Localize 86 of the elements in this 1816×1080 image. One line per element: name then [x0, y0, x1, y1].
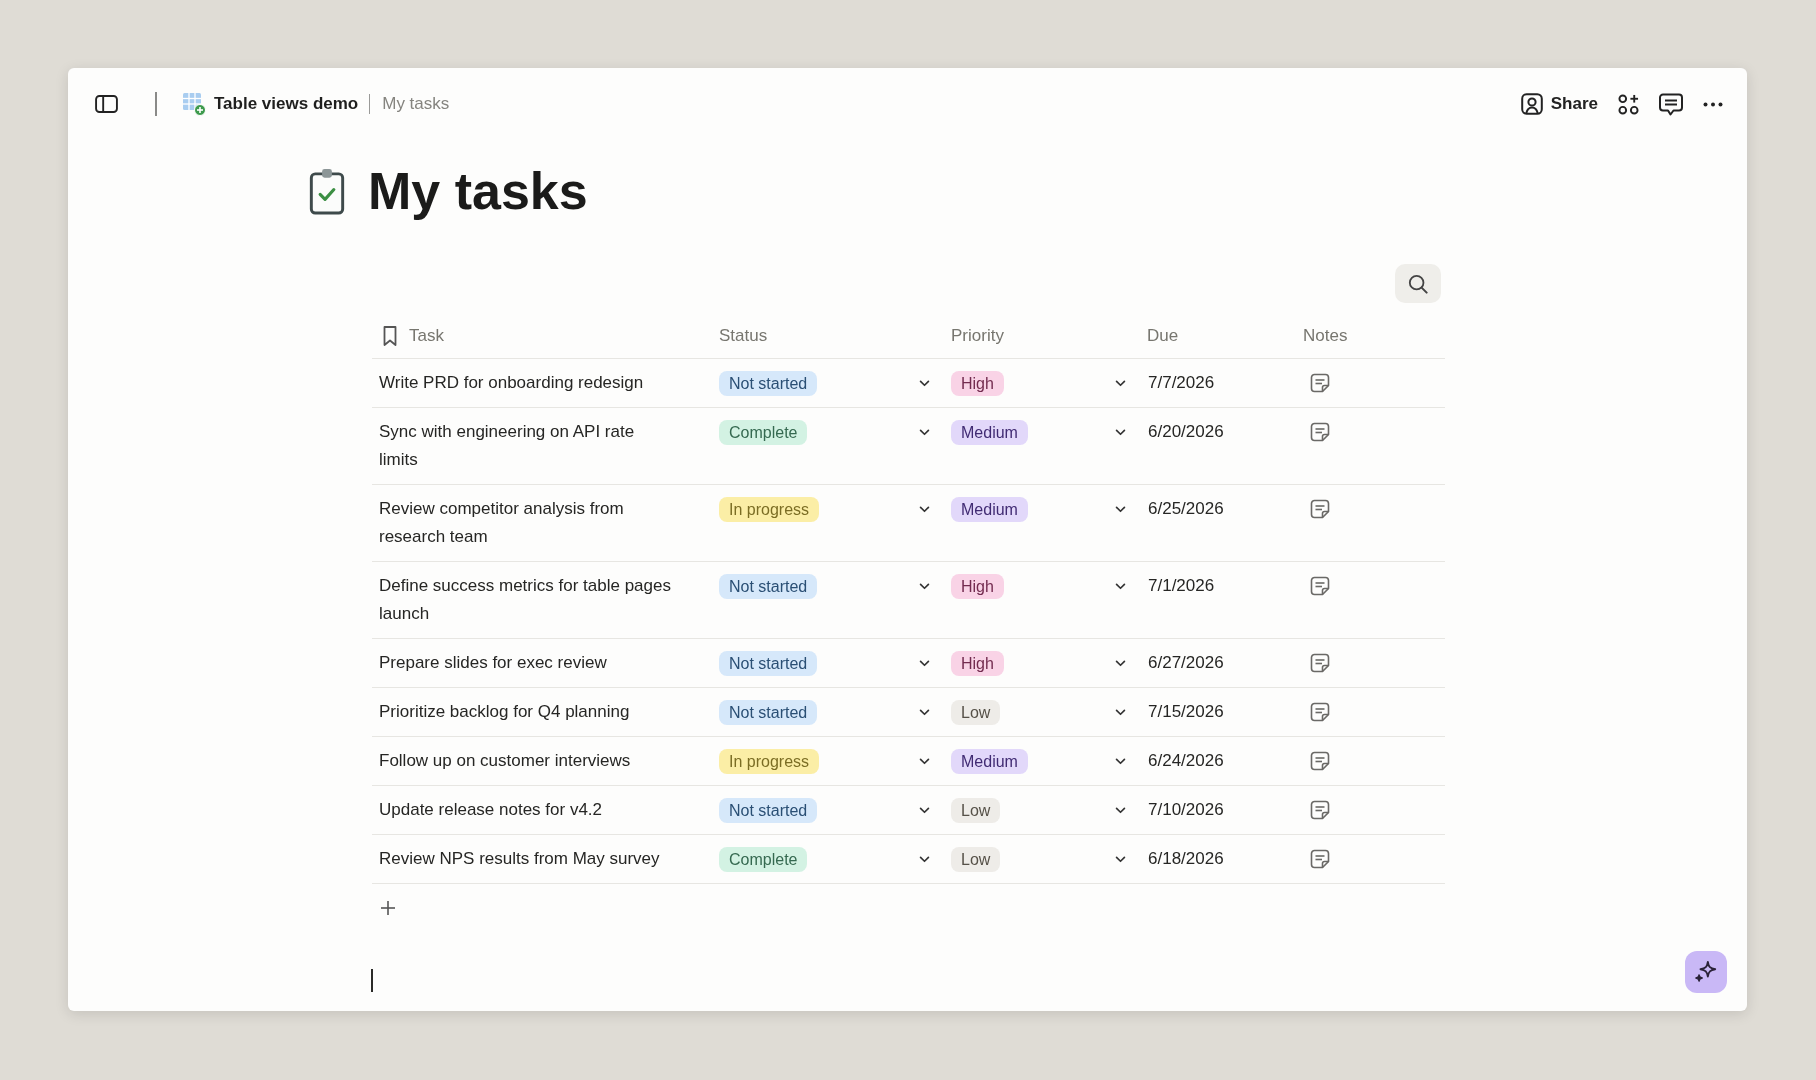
due-date: 7/10/2026 [1148, 800, 1224, 819]
apps-icon[interactable] [1618, 93, 1639, 115]
status-tag: Complete [719, 846, 808, 872]
search-icon [1408, 273, 1428, 294]
column-header[interactable]: Priority [951, 325, 1004, 346]
note-icon[interactable] [1310, 751, 1330, 771]
text-cursor [371, 969, 373, 992]
chevron-down-icon[interactable] [1115, 757, 1126, 765]
priority-tag: Medium [951, 748, 1028, 774]
note-icon[interactable] [1310, 499, 1330, 519]
due-date: 6/27/2026 [1148, 653, 1224, 672]
search-button[interactable] [1395, 264, 1441, 303]
status-tag: In progress [719, 496, 820, 522]
task-name: Write PRD for onboarding redesign [379, 372, 645, 394]
status-tag: Not started [719, 699, 818, 725]
chevron-down-icon[interactable] [919, 855, 930, 863]
priority-tag: Low [951, 846, 1001, 872]
comment-icon[interactable] [1659, 92, 1683, 116]
status-tag: Not started [719, 797, 818, 823]
note-icon[interactable] [1310, 653, 1330, 673]
note-icon[interactable] [1310, 576, 1330, 596]
column-header[interactable]: Task [409, 325, 444, 346]
due-date: 6/18/2026 [1148, 849, 1224, 868]
status-tag: Not started [719, 650, 818, 676]
priority-tag: High [951, 650, 1004, 676]
priority-tag: Low [951, 699, 1001, 725]
note-icon[interactable] [1310, 702, 1330, 722]
chevron-down-icon[interactable] [1115, 428, 1126, 436]
note-icon[interactable] [1310, 849, 1330, 869]
priority-tag: High [951, 370, 1004, 396]
more-icon[interactable] [1703, 101, 1723, 107]
chevron-down-icon[interactable] [1115, 806, 1126, 814]
column-header[interactable]: Notes [1303, 325, 1348, 346]
clipboard-check-icon [309, 167, 345, 215]
priority-tag: High [951, 573, 1004, 599]
due-date: 7/15/2026 [1148, 702, 1224, 721]
chevron-down-icon[interactable] [919, 708, 930, 716]
task-name: Sync with engineering on API rate limits [379, 421, 636, 471]
task-name: Prioritize backlog for Q4 planning [379, 701, 631, 723]
chevron-down-icon[interactable] [1115, 708, 1126, 716]
due-date: 6/25/2026 [1148, 499, 1224, 518]
breadcrumb-current[interactable]: My tasks [382, 94, 450, 114]
person-icon [1520, 93, 1543, 115]
column-header[interactable]: Due [1147, 325, 1179, 346]
due-date: 6/20/2026 [1148, 422, 1224, 441]
chevron-down-icon[interactable] [919, 757, 930, 765]
priority-tag: Medium [951, 419, 1028, 445]
chevron-down-icon[interactable] [919, 505, 930, 513]
chevron-down-icon[interactable] [919, 428, 930, 436]
chevron-down-icon[interactable] [1115, 855, 1126, 863]
page-title: My tasks [368, 162, 588, 220]
bookmark-icon [382, 324, 398, 347]
table-icon [182, 92, 206, 116]
priority-tag: Medium [951, 496, 1028, 522]
chevron-down-icon[interactable] [919, 582, 930, 590]
breadcrumb-link[interactable]: Table views demo [214, 94, 359, 114]
column-header[interactable]: Status [719, 325, 768, 346]
task-name: Review NPS results from May survey [379, 848, 661, 870]
status-tag: In progress [719, 748, 820, 774]
task-name: Prepare slides for exec review [379, 652, 608, 674]
status-tag: Complete [719, 419, 808, 445]
task-name: Follow up on customer interviews [379, 750, 632, 772]
task-name: Review competitor analysis from research team [379, 498, 625, 548]
note-icon[interactable] [1310, 373, 1330, 393]
sparkle-icon [1694, 960, 1718, 984]
task-name: Update release notes for v4.2 [379, 799, 604, 821]
plus-icon[interactable] [380, 900, 396, 916]
chevron-down-icon[interactable] [919, 659, 930, 667]
chevron-down-icon[interactable] [919, 806, 930, 814]
status-tag: Not started [719, 573, 818, 599]
chevron-down-icon[interactable] [1115, 505, 1126, 513]
due-date: 6/24/2026 [1148, 751, 1224, 770]
priority-tag: Low [951, 797, 1001, 823]
chevron-down-icon[interactable] [1115, 659, 1126, 667]
note-icon[interactable] [1310, 422, 1330, 442]
chevron-down-icon[interactable] [1115, 582, 1126, 590]
task-name: Define success metrics for table pages launch [379, 575, 672, 625]
note-icon[interactable] [1310, 800, 1330, 820]
chevron-down-icon[interactable] [919, 379, 930, 387]
share-button[interactable]: Share [1520, 93, 1598, 115]
due-date: 7/7/2026 [1148, 373, 1215, 392]
chevron-down-icon[interactable] [1115, 379, 1126, 387]
status-tag: Not started [719, 370, 818, 396]
due-date: 7/1/2026 [1148, 576, 1215, 595]
sidebar-toggle-icon[interactable] [95, 95, 118, 113]
ai-assistant-button[interactable] [1685, 951, 1727, 993]
